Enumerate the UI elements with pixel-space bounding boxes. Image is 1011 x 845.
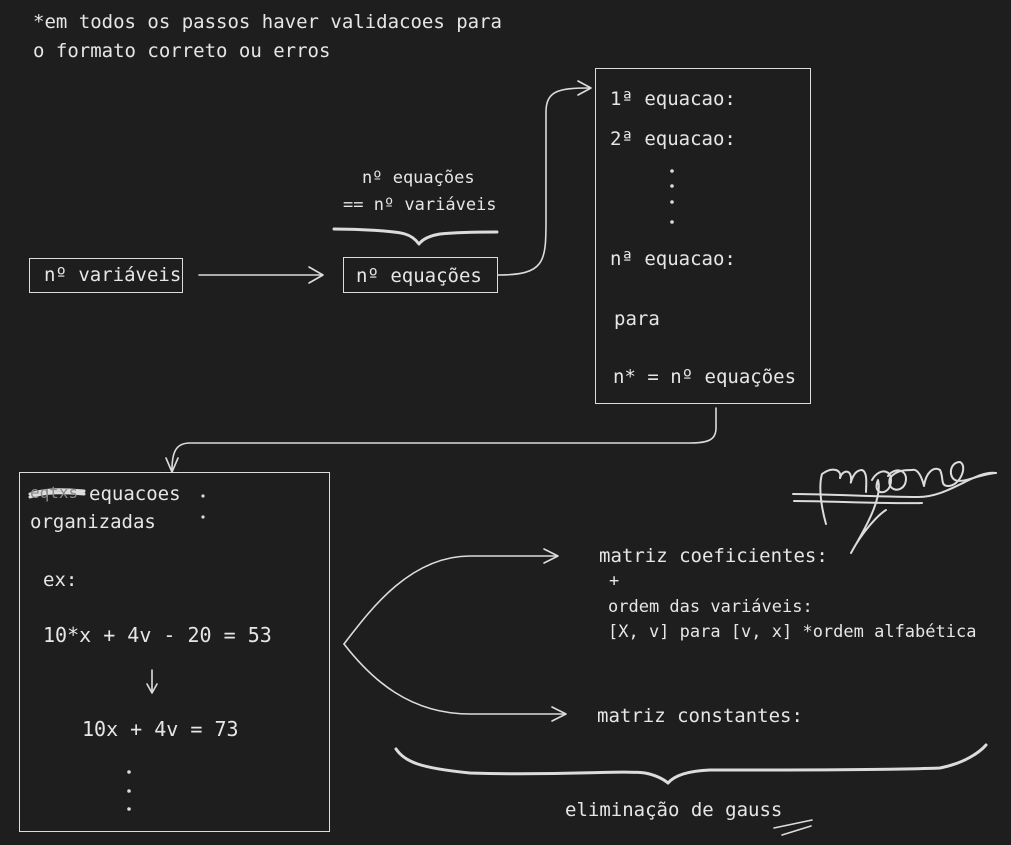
arrow-list-to-organized bbox=[171, 407, 717, 471]
n-definition: n* = nº equações bbox=[613, 366, 797, 388]
variable-order-example: [X, v] para [v, x] *ordem alfabética bbox=[608, 622, 977, 642]
equation-1-label: 1ª equacao: bbox=[610, 88, 736, 110]
example-input: 10*x + 4v - 20 = 53 bbox=[43, 623, 272, 647]
arrow-to-const bbox=[343, 643, 566, 715]
arrow-to-coef bbox=[343, 555, 558, 645]
arrow-eqs-to-list bbox=[497, 87, 591, 276]
variable-order-title: ordem das variáveis: bbox=[608, 597, 813, 617]
validation-note-line2: o formato correto ou erros bbox=[33, 40, 331, 62]
const-matrix-title: matriz constantes: bbox=[597, 705, 803, 727]
example-label: ex: bbox=[43, 569, 78, 591]
equations-list-box bbox=[595, 68, 811, 404]
organized-title-1: equacoes bbox=[89, 483, 181, 505]
coef-plus: + bbox=[609, 571, 620, 591]
constraint-brace bbox=[332, 227, 499, 246]
para-label: para bbox=[614, 308, 660, 330]
struck-word: eqtxs bbox=[30, 483, 79, 502]
gauss-underline-marks bbox=[773, 819, 813, 836]
constraint-line2: == nº variáveis bbox=[343, 195, 497, 215]
equation-n-label: nª equacao: bbox=[610, 248, 736, 270]
coef-matrix-title: matriz coeficientes: bbox=[599, 545, 828, 567]
variables-box-label: nº variáveis bbox=[44, 264, 182, 286]
equations-count-label: nº equações bbox=[356, 265, 482, 287]
constraint-line1: nº equações bbox=[362, 168, 475, 188]
signature-scribble bbox=[792, 461, 997, 554]
example-output: 10x + 4v = 73 bbox=[82, 717, 239, 741]
equation-2-label: 2ª equacao: bbox=[610, 128, 736, 150]
gauss-label: eliminação de gauss bbox=[565, 799, 783, 821]
organized-title-2: organizadas bbox=[30, 511, 156, 533]
gauss-brace bbox=[394, 743, 988, 785]
validation-note-line1: *em todos os passos haver validacoes par… bbox=[33, 11, 502, 33]
